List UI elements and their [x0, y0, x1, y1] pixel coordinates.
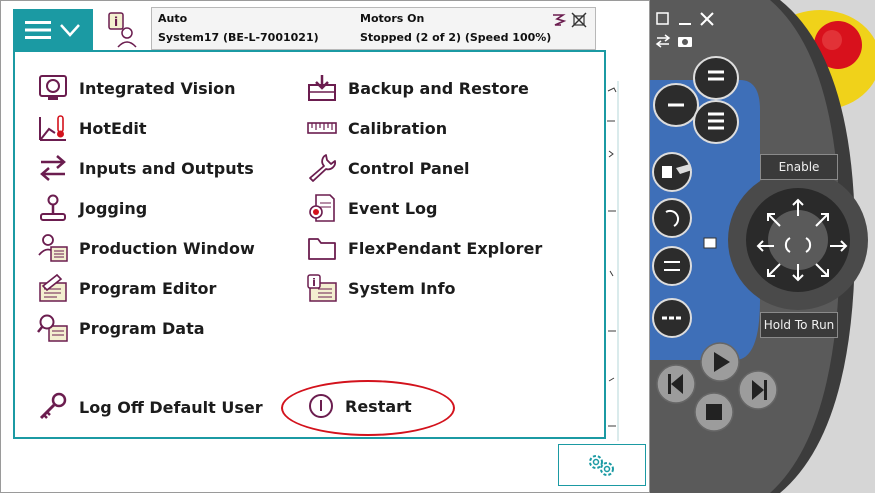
menu-item-backup-restore[interactable]: Backup and Restore [306, 72, 529, 104]
swap-arrows-icon[interactable] [654, 32, 672, 50]
menu-item-jogging[interactable]: Jogging [37, 192, 147, 224]
pencil-document-icon [39, 273, 67, 302]
status-icons [551, 12, 587, 28]
window-minimize-icon[interactable] [676, 10, 694, 28]
hotedit-thermometer-icon [39, 115, 66, 141]
enable-label: Enable [778, 160, 820, 174]
operating-mode: Auto [158, 12, 188, 25]
menu-item-program-editor[interactable]: Program Editor [37, 272, 216, 304]
flexpendant-screen: i Auto System17 (BE-L-7001021) Motors On… [0, 0, 650, 493]
menu-item-label: System Info [348, 278, 456, 298]
menu-item-label: Calibration [348, 118, 448, 138]
hold-to-run-label: Hold To Run [763, 318, 835, 332]
hold-to-run-button[interactable]: Hold To Run [760, 312, 838, 338]
hamburger-icon [25, 21, 51, 39]
chevron-down-icon [60, 24, 80, 37]
settings-button[interactable] [558, 444, 646, 486]
joystick-icon [40, 194, 66, 221]
system-info-icon: i [307, 274, 337, 302]
magnifier-document-icon [37, 314, 68, 342]
toggle-axes-key[interactable] [652, 246, 692, 286]
menu-item-calibration[interactable]: Calibration [306, 112, 447, 144]
key-icon [39, 392, 67, 420]
menu-item-label: Backup and Restore [348, 78, 529, 98]
status-bar[interactable]: Auto System17 (BE-L-7001021) Motors On S… [151, 7, 596, 50]
menu-item-control-panel[interactable]: Control Panel [306, 152, 470, 184]
menu-item-label: Control Panel [348, 158, 470, 178]
menu-item-flexpendant-explorer[interactable]: FlexPendant Explorer [306, 232, 542, 264]
camera-screenshot-icon[interactable] [676, 32, 694, 50]
system-name: System17 (BE-L-7001021) [158, 31, 319, 44]
window-restore-icon[interactable] [654, 10, 672, 28]
main-menu-panel: Integrated Vision HotEdit Inputs and Out… [13, 50, 606, 439]
menu-item-label: FlexPendant Explorer [348, 238, 543, 258]
svg-text:i: i [312, 276, 316, 289]
enable-device-button[interactable]: Enable [760, 154, 838, 180]
menu-item-label: Production Window [79, 238, 255, 258]
camera-icon [39, 75, 67, 100]
toggle-motion-mode-key[interactable] [652, 198, 692, 238]
folder-icon [308, 238, 336, 260]
menu-item-event-log[interactable]: Event Log [306, 192, 437, 224]
window-close-icon[interactable] [698, 10, 716, 28]
pendant-body [650, 0, 875, 493]
operator-document-icon [38, 234, 68, 262]
log-off-button[interactable]: Log Off Default User [37, 391, 263, 423]
robot-state-icon [553, 14, 567, 26]
program-state: Stopped (2 of 2) (Speed 100%) [360, 31, 552, 44]
menu-item-label: Event Log [348, 198, 438, 218]
restart-highlight-ellipse [281, 380, 455, 436]
event-log-icon [309, 194, 335, 222]
motors-state: Motors On [360, 12, 425, 25]
gears-icon [589, 455, 614, 476]
crossed-out-icon [571, 12, 587, 28]
menu-item-label: Program Editor [79, 278, 217, 298]
menu-item-program-data[interactable]: Program Data [37, 312, 205, 344]
menu-item-production-window[interactable]: Production Window [37, 232, 255, 264]
menu-item-label: HotEdit [79, 118, 147, 138]
backup-box-icon [308, 75, 336, 101]
virtual-flexpendant-hardware [650, 0, 875, 493]
abb-menu-button[interactable] [13, 9, 93, 51]
menu-item-label: Program Data [79, 318, 205, 338]
arrows-swap-icon [40, 155, 66, 181]
menu-item-label: Inputs and Outputs [79, 158, 254, 178]
log-off-label: Log Off Default User [79, 397, 263, 417]
menu-item-system-info[interactable]: i System Info [306, 272, 456, 304]
background-window-edge [607, 81, 619, 441]
ruler-icon [307, 122, 337, 134]
menu-item-inputs-outputs[interactable]: Inputs and Outputs [37, 152, 254, 184]
quickset-icon[interactable]: i [101, 9, 147, 51]
menu-item-label: Integrated Vision [79, 78, 236, 98]
menu-item-integrated-vision[interactable]: Integrated Vision [37, 72, 235, 104]
menu-item-hotedit[interactable]: HotEdit [37, 112, 147, 144]
menu-item-label: Jogging [79, 198, 148, 218]
wrench-icon [309, 154, 336, 182]
svg-text:i: i [114, 15, 118, 29]
